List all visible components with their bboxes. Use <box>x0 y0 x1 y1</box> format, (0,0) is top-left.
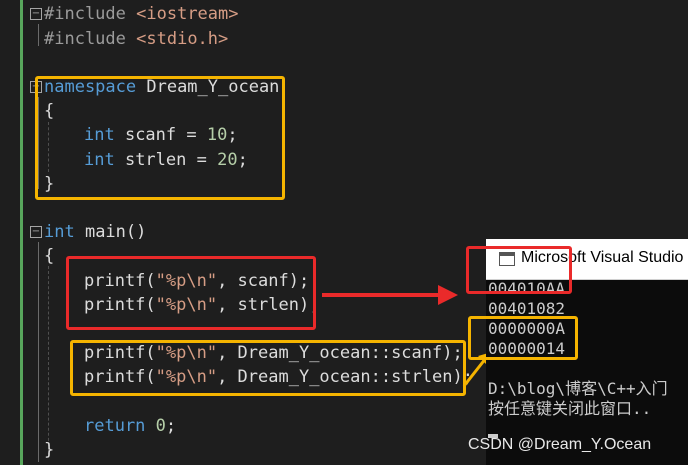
code-line-open-brace[interactable]: { <box>44 244 54 268</box>
console-output-line: 按任意键关闭此窗口.. <box>488 399 652 418</box>
namespace-highlight-box <box>35 76 285 200</box>
code-line-include-iostream[interactable]: #include <iostream> <box>44 2 239 26</box>
code-line-include-stdio[interactable]: #include <stdio.h> <box>44 27 228 51</box>
editor-gutter <box>0 0 22 465</box>
include-header: <iostream> <box>136 4 239 24</box>
code-line-return[interactable]: return 0; <box>84 414 176 438</box>
fold-toggle-icon[interactable]: − <box>30 226 42 238</box>
namespace-value-highlight-box <box>468 316 578 360</box>
semicolon: ; <box>165 416 177 436</box>
preprocessor-directive: #include <box>44 29 126 49</box>
fold-toggle-icon[interactable]: − <box>30 8 42 20</box>
console-window[interactable]: Microsoft Visual Studio 004010AA 0040108… <box>466 239 688 465</box>
change-indicator-bar <box>20 0 23 465</box>
indent-guide <box>48 266 49 456</box>
include-header: <stdio.h> <box>136 29 229 49</box>
keyword: return <box>84 416 146 436</box>
code-line-close-brace[interactable]: } <box>44 438 54 462</box>
fold-guide <box>38 242 39 462</box>
brace: { <box>44 246 55 266</box>
keyword: int <box>44 222 75 242</box>
red-arrow-icon <box>322 285 458 305</box>
global-printf-highlight-box <box>66 256 316 330</box>
preprocessor-directive: #include <box>44 4 126 24</box>
fold-guide <box>38 24 39 46</box>
code-line-main[interactable]: int main() <box>44 220 146 244</box>
csdn-watermark: CSDN @Dream_Y.Ocean <box>468 436 652 453</box>
function-signature: main() <box>74 222 147 242</box>
number-literal: 0 <box>155 416 166 436</box>
namespace-printf-highlight-box <box>70 340 466 396</box>
console-output-line: D:\blog\博客\C++入门 <box>488 379 668 398</box>
global-address-highlight-box <box>466 246 572 294</box>
brace: } <box>44 440 55 460</box>
